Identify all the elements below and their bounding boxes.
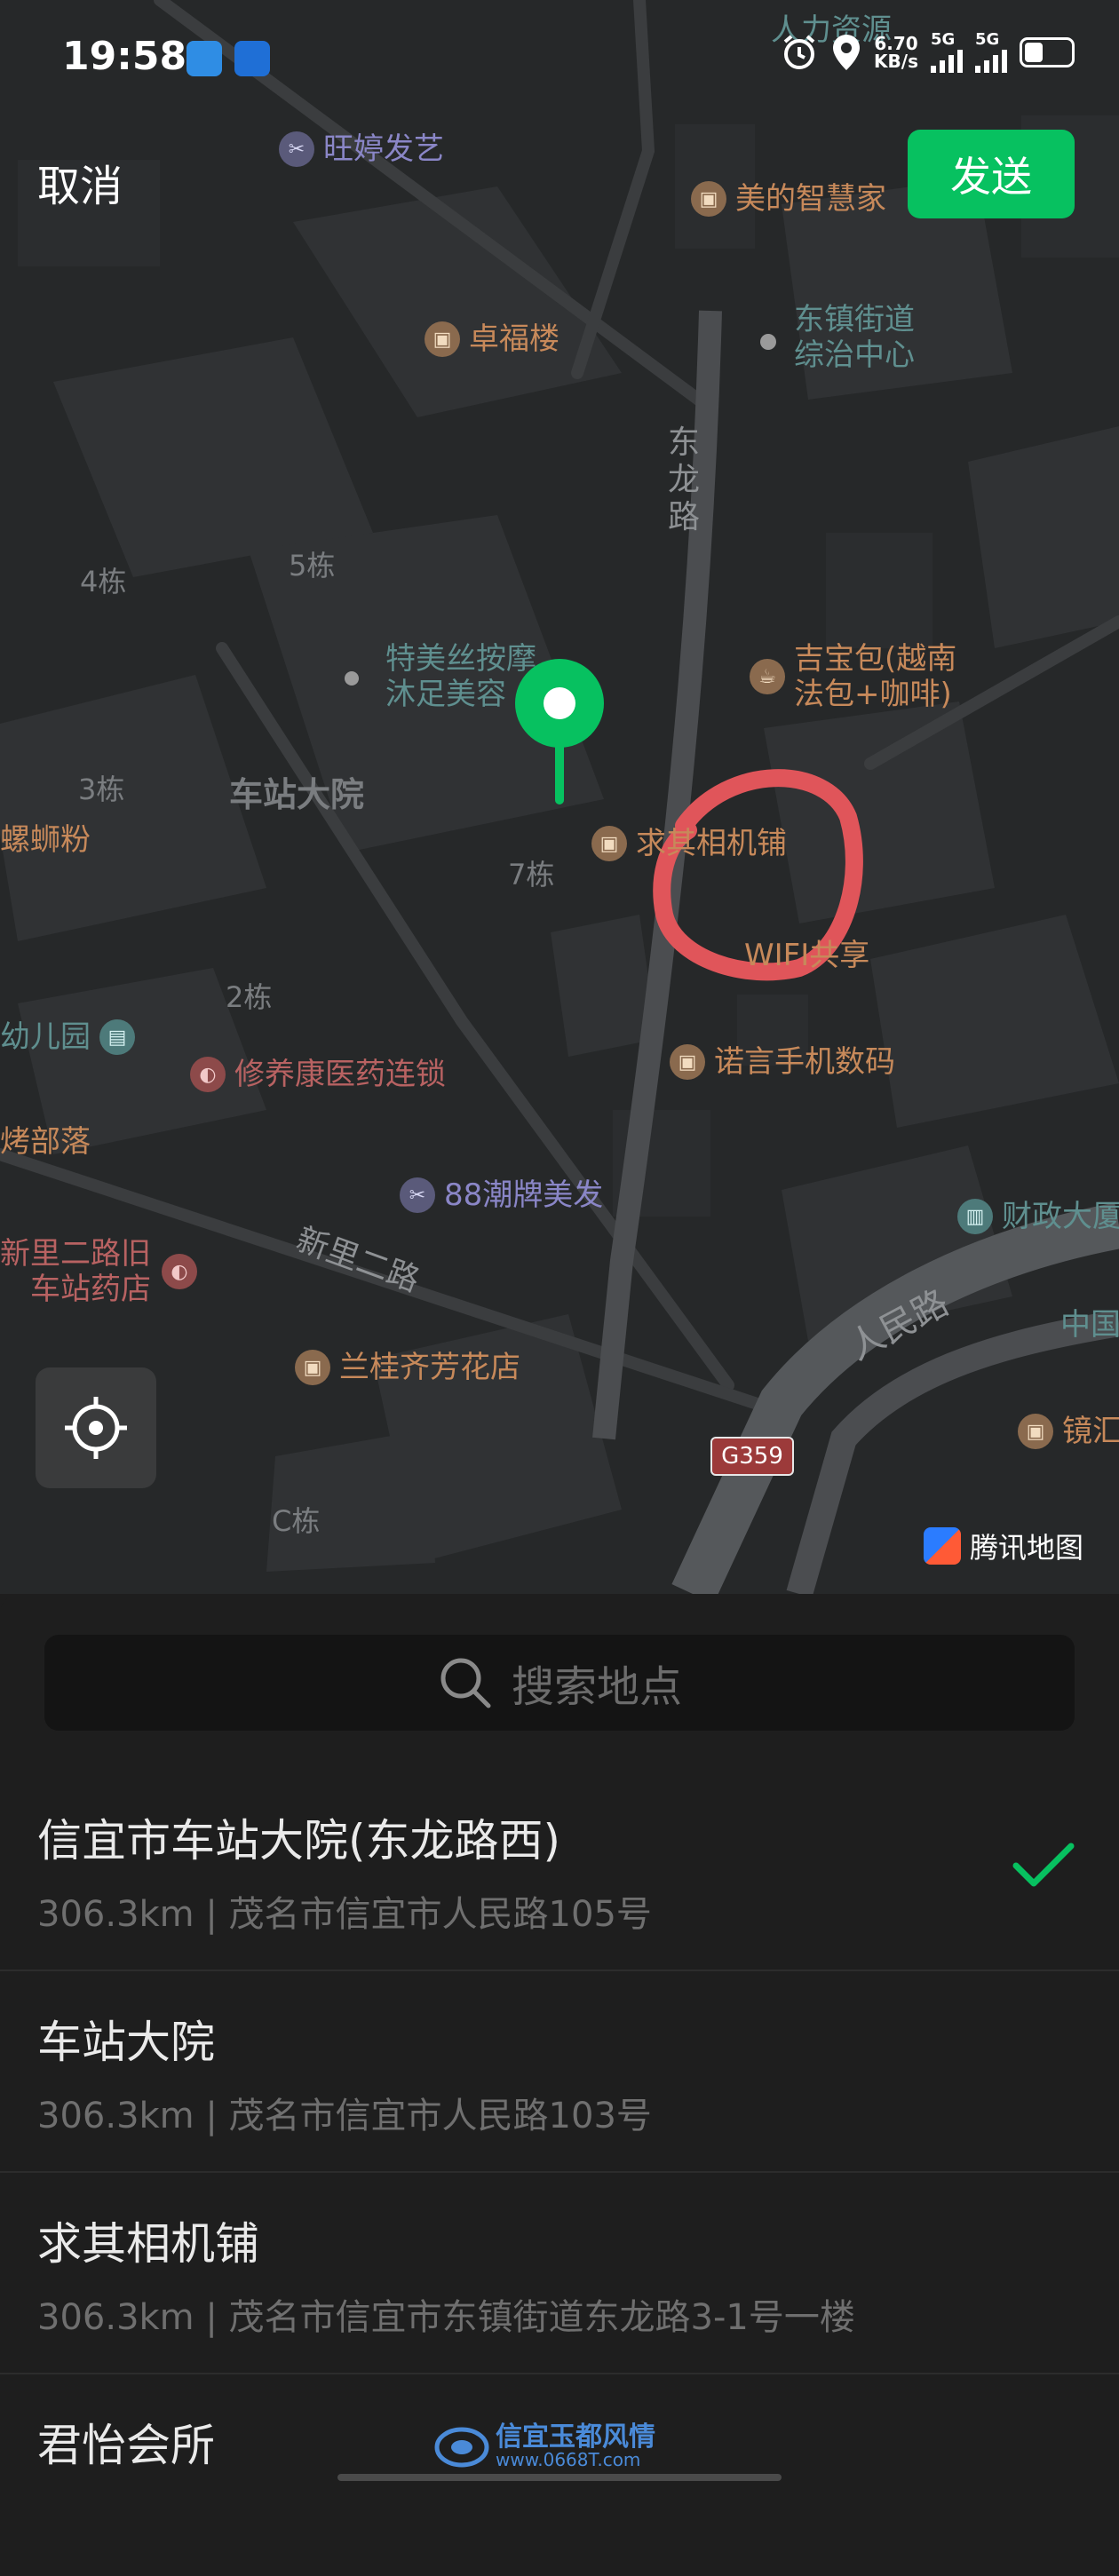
building-icon: ▥ bbox=[957, 1199, 993, 1234]
signal-icon: 5G bbox=[931, 32, 963, 73]
poi-temeisi[interactable]: 特美丝按摩 沐足美容 bbox=[345, 641, 536, 712]
search-input[interactable]: 搜索地点 bbox=[44, 1635, 1075, 1731]
result-subtitle: 306.3km | 茂名市信宜市人民路103号 bbox=[37, 2096, 652, 2136]
result-subtitle: 306.3km | 茂名市信宜市东镇街道东龙路3-1号一楼 bbox=[37, 2297, 855, 2338]
result-title: 车站大院 bbox=[37, 2017, 215, 2068]
poi-luosifen[interactable]: 螺蛳粉 bbox=[0, 822, 91, 858]
shopping-bag-icon: ▣ bbox=[691, 181, 726, 217]
map-view[interactable]: 4栋 5栋 3栋 7栋 2栋 C栋 车站大院 东龙路 新里二路 人民路 ✂ 旺婷… bbox=[0, 0, 1119, 1594]
search-placeholder: 搜索地点 bbox=[511, 1662, 682, 1712]
watermark: 信宜玉都风情 www.0668T.com bbox=[433, 2424, 655, 2469]
result-item[interactable]: 信宜市车站大院(东龙路西) 306.3km | 茂名市信宜市人民路105号 bbox=[0, 1770, 1119, 1971]
building-c-label: C栋 bbox=[272, 1504, 321, 1538]
highway-shield: G359 bbox=[710, 1437, 794, 1476]
location-icon bbox=[833, 35, 861, 70]
poi-chaopai[interactable]: ✂ 88潮牌美发 bbox=[400, 1177, 603, 1213]
poi-xinli-pharmacy[interactable]: 新里二路旧 车站药店 ◐ bbox=[0, 1236, 197, 1307]
net-speed: 6.70 KB/s bbox=[874, 33, 918, 72]
pill-icon: ◐ bbox=[162, 1254, 197, 1289]
tencent-map-logo: 腾讯地图 bbox=[924, 1526, 1083, 1566]
poi-xiuyang[interactable]: ◐ 修养康医药连锁 bbox=[190, 1057, 446, 1092]
location-pin-icon bbox=[515, 659, 604, 805]
poi-zhuofu[interactable]: ▣ 卓福楼 bbox=[425, 321, 560, 357]
result-title: 求其相机铺 bbox=[37, 2218, 259, 2270]
watermark-logo-icon bbox=[434, 2427, 489, 2468]
dot-icon bbox=[760, 334, 776, 350]
battery-icon bbox=[1020, 37, 1075, 67]
result-title: 信宜市车站大院(东龙路西) bbox=[37, 1815, 561, 1867]
poi-youeryuan[interactable]: ▤ 幼儿园 bbox=[0, 1019, 135, 1055]
status-right: 6.70 KB/s 5G 5G bbox=[780, 32, 1075, 73]
building-2-label: 2栋 bbox=[226, 980, 273, 1014]
poi-langui[interactable]: ▣ 兰桂齐芳花店 bbox=[295, 1350, 520, 1385]
shopping-bag-icon: ▣ bbox=[670, 1044, 705, 1080]
poi-jinghui[interactable]: ▣ 镜汇 bbox=[1018, 1414, 1119, 1449]
scissors-icon: ✂ bbox=[279, 131, 314, 167]
building-5-label: 5栋 bbox=[289, 549, 336, 583]
poi-dongzhen[interactable]: 东镇街道 综治中心 bbox=[760, 302, 915, 373]
poi-caizheng[interactable]: ▥ 财政大厦 bbox=[957, 1199, 1119, 1234]
search-icon bbox=[440, 1658, 491, 1708]
poi-kaobuluo[interactable]: 烤部落 bbox=[0, 1124, 91, 1160]
poi-zhongguo[interactable]: 中国 bbox=[1060, 1307, 1119, 1343]
poi-jibao[interactable]: ☕ 吉宝包(越南 法包+咖啡) bbox=[750, 641, 956, 712]
shopping-bag-icon: ▣ bbox=[591, 826, 627, 861]
hotspot-icon bbox=[234, 41, 270, 76]
location-sheet: 搜索地点 信宜市车站大院(东龙路西) 306.3km | 茂名市信宜市人民路10… bbox=[0, 1594, 1119, 2486]
dot-icon bbox=[345, 671, 359, 686]
result-item[interactable]: 求其相机铺 306.3km | 茂名市信宜市东镇街道东龙路3-1号一楼 bbox=[0, 2173, 1119, 2374]
area-label: 车站大院 bbox=[229, 775, 365, 814]
building-3-label: 3栋 bbox=[78, 773, 125, 806]
donglong-road-label: 东龙路 bbox=[668, 424, 701, 535]
poi-nuoyan[interactable]: ▣ 诺言手机数码 bbox=[670, 1044, 895, 1080]
home-indicator[interactable] bbox=[337, 2474, 782, 2481]
send-button[interactable]: 发送 bbox=[908, 130, 1075, 218]
poi-wangting[interactable]: ✂ 旺婷发艺 bbox=[279, 131, 444, 167]
result-item[interactable]: 车站大院 306.3km | 茂名市信宜市人民路103号 bbox=[0, 1971, 1119, 2173]
building-4-label: 4栋 bbox=[80, 565, 127, 598]
shopping-bag-icon: ▣ bbox=[295, 1350, 330, 1385]
coffee-cup-icon: ☕ bbox=[750, 659, 785, 694]
poi-meide[interactable]: ▣ 美的智慧家 bbox=[691, 181, 886, 217]
building-7-label: 7栋 bbox=[508, 858, 555, 892]
scissors-icon: ✂ bbox=[400, 1177, 435, 1213]
tencent-map-icon bbox=[924, 1527, 961, 1565]
crosshair-icon bbox=[65, 1397, 127, 1459]
signal-icon: 5G bbox=[975, 32, 1007, 73]
app-icon bbox=[186, 41, 222, 76]
check-icon bbox=[1012, 1843, 1075, 1887]
cancel-button[interactable]: 取消 bbox=[37, 151, 123, 213]
status-bar: 19:58 6.70 KB/s 5G 5G bbox=[0, 0, 1119, 115]
alarm-icon bbox=[783, 35, 815, 69]
shopping-bag-icon: ▣ bbox=[425, 321, 460, 357]
status-time: 19:58 bbox=[62, 34, 187, 79]
poi-qiuqi[interactable]: ▣ 求其相机铺 bbox=[591, 826, 787, 861]
pill-icon: ◐ bbox=[190, 1057, 226, 1092]
locate-me-button[interactable] bbox=[36, 1367, 156, 1488]
poi-wifi[interactable]: WIFI共享 bbox=[744, 938, 869, 973]
result-subtitle: 306.3km | 茂名市信宜市人民路105号 bbox=[37, 1894, 652, 1935]
result-title: 君怡会所 bbox=[37, 2420, 215, 2471]
book-icon: ▤ bbox=[99, 1019, 135, 1055]
shopping-bag-icon: ▣ bbox=[1018, 1414, 1053, 1449]
